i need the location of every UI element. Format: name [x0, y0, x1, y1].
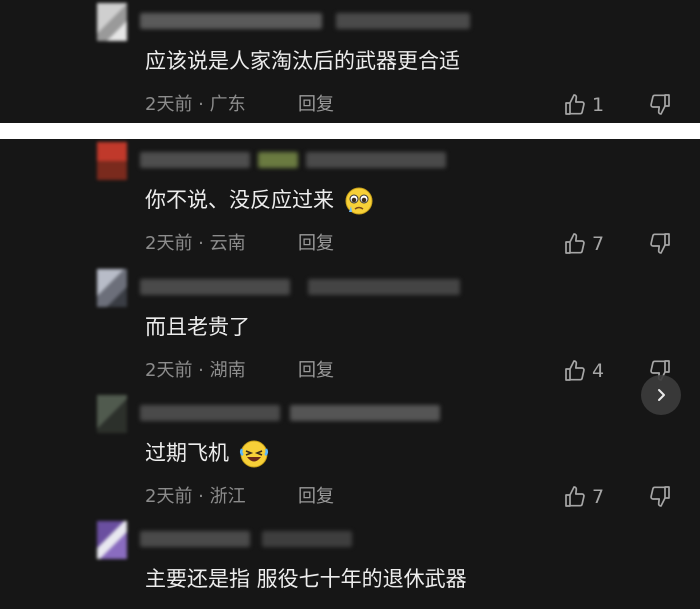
username-blurred: [262, 531, 352, 547]
comment-text: 你不说、没反应过来: [145, 186, 374, 216]
avatar[interactable]: [97, 269, 127, 307]
avatar[interactable]: [97, 3, 127, 41]
username-blurred[interactable]: [140, 152, 250, 168]
thumb-down-icon: [650, 94, 670, 115]
comment-text-content: 主要还是指 服役七十年的退休武器: [145, 567, 467, 591]
comment-text: 主要还是指 服役七十年的退休武器: [145, 565, 467, 593]
dislike-button[interactable]: [648, 231, 674, 257]
screenshot-separator: [0, 123, 700, 139]
comment-meta: 2天前 · 广东: [145, 93, 246, 117]
comment-text-content: 过期飞机: [145, 441, 229, 465]
like-count: 7: [592, 486, 605, 508]
avatar[interactable]: [97, 395, 127, 433]
username-blurred: [258, 152, 298, 168]
thumb-up-icon: [565, 233, 585, 254]
comment-location: 浙江: [209, 486, 246, 507]
like-button[interactable]: 1: [563, 92, 604, 118]
dislike-button[interactable]: [648, 484, 674, 510]
chevron-right-icon: [658, 389, 665, 401]
avatar[interactable]: [97, 142, 127, 180]
like-button[interactable]: 7: [563, 231, 604, 257]
comment-text-content: 应该说是人家淘汰后的武器更合适: [145, 49, 460, 73]
dislike-button[interactable]: [648, 92, 674, 118]
like-button[interactable]: 4: [563, 358, 604, 384]
username-blurred[interactable]: [140, 531, 250, 547]
comment-location: 广东: [209, 94, 246, 115]
comment-meta: 2天前 · 云南: [145, 232, 246, 256]
username-blurred: [336, 13, 470, 29]
comment-meta: 2天前 · 浙江: [145, 485, 246, 509]
avatar[interactable]: [97, 521, 127, 559]
username-blurred[interactable]: [140, 279, 290, 295]
comment-text-content: 而且老贵了: [145, 315, 250, 339]
username-blurred: [306, 152, 446, 168]
thumb-up-icon: [565, 486, 585, 507]
reply-button[interactable]: 回复: [298, 359, 334, 383]
thumb-up-icon: [565, 360, 585, 381]
meta-separator: ·: [192, 486, 210, 507]
like-count: 4: [592, 360, 605, 382]
reply-button[interactable]: 回复: [298, 232, 334, 256]
username-blurred[interactable]: [140, 13, 322, 29]
comment-time: 2天前: [145, 94, 193, 115]
username-blurred: [308, 279, 460, 295]
comment-location: 云南: [209, 233, 246, 254]
comment-text: 过期飞机: [145, 439, 269, 469]
reply-button[interactable]: 回复: [298, 93, 334, 117]
thumb-down-icon: [650, 486, 670, 507]
thumb-up-icon: [565, 94, 585, 115]
comment-text-content: 你不说、没反应过来: [145, 188, 334, 212]
comment-time: 2天前: [145, 486, 193, 507]
thumb-down-icon: [650, 233, 670, 254]
comment-text: 应该说是人家淘汰后的武器更合适: [145, 47, 460, 75]
comment-meta: 2天前 · 湖南: [145, 359, 246, 383]
like-count: 1: [592, 94, 605, 116]
username-blurred[interactable]: [140, 405, 280, 421]
username-blurred: [290, 405, 440, 421]
laughing-emoji: [239, 440, 268, 468]
next-button[interactable]: [641, 375, 681, 415]
comment-panel-top: 应该说是人家淘汰后的武器更合适 2天前 · 广东 回复 1: [0, 0, 700, 123]
comment-location: 湖南: [209, 360, 246, 381]
like-button[interactable]: 7: [563, 484, 604, 510]
meta-separator: ·: [192, 233, 210, 254]
like-count: 7: [592, 233, 605, 255]
pleading-face-emoji: [345, 187, 373, 215]
meta-separator: ·: [192, 94, 210, 115]
meta-separator: ·: [192, 360, 210, 381]
comment-time: 2天前: [145, 233, 193, 254]
comment-text: 而且老贵了: [145, 313, 250, 341]
comment-panel-bottom: 你不说、没反应过来 2天前 · 云南 回复 7 而且老贵了 2天前 · 湖南 回…: [0, 139, 700, 609]
comment-time: 2天前: [145, 360, 193, 381]
reply-button[interactable]: 回复: [298, 485, 334, 509]
